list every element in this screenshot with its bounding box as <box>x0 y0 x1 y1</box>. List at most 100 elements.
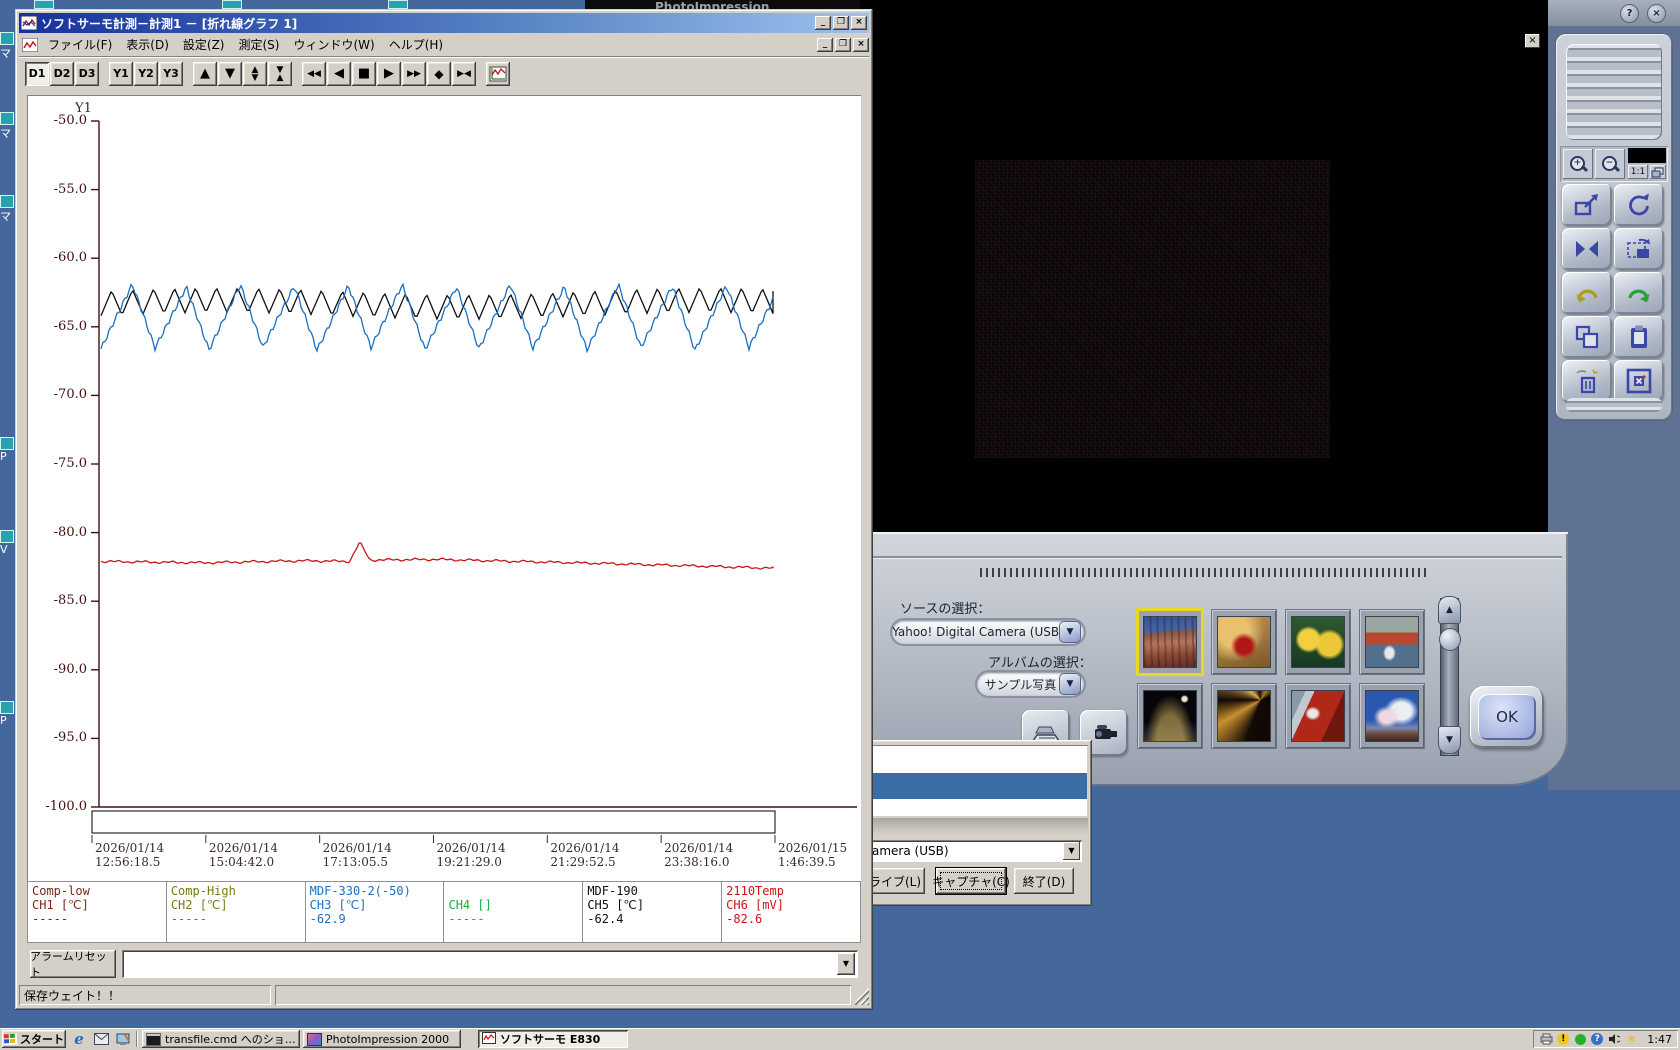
thumbnail-golden-light-fan[interactable] <box>1217 690 1271 742</box>
start-button[interactable]: スタート <box>2 1030 66 1048</box>
data-view-button-d1[interactable]: D1 <box>25 61 49 86</box>
graph-icon <box>489 66 507 81</box>
alert-icon[interactable]: ! <box>1556 1032 1570 1046</box>
mdi-restore-button[interactable]: ❐ <box>835 37 851 52</box>
paste-button[interactable] <box>1614 316 1664 358</box>
zoom-out-button[interactable]: − <box>1595 149 1625 179</box>
task-button[interactable]: ソフトサーモ E830 <box>478 1030 628 1048</box>
step-back-button[interactable]: ◀ <box>327 61 351 86</box>
delete-button[interactable] <box>1562 360 1612 402</box>
axis-button-y2[interactable]: Y2 <box>134 61 158 86</box>
thumbnail-frame[interactable] <box>1138 684 1202 748</box>
cascade-button[interactable] <box>1650 165 1666 179</box>
compress-scale-button[interactable]: ▼ ▲ <box>268 61 292 86</box>
status-green-icon[interactable] <box>1573 1032 1587 1046</box>
data-view-button-d3[interactable]: D3 <box>75 61 99 86</box>
scroll-down-button[interactable]: ▼ <box>218 61 242 86</box>
thumbnail-red-ship-lighthouse[interactable] <box>1291 690 1345 742</box>
copy-button[interactable] <box>1562 316 1612 358</box>
jump-end-button[interactable]: ▶◀ <box>452 61 476 86</box>
fast-forward-button[interactable]: ▶▶ <box>402 61 426 86</box>
data-view-button-d2[interactable]: D2 <box>50 61 74 86</box>
menu-item[interactable]: ウィンドウ(W) <box>286 34 381 55</box>
help-icon[interactable]: ? <box>1590 1032 1604 1046</box>
scroll-up-button[interactable]: ▲ <box>193 61 217 86</box>
rewind-button[interactable]: ◀◀ <box>302 61 326 86</box>
panel-grip[interactable] <box>1566 44 1662 140</box>
thumbnail-yellow-flowers[interactable] <box>1291 616 1345 668</box>
rotate-button[interactable] <box>1614 184 1664 226</box>
star-icon[interactable]: ★ <box>1624 1032 1638 1046</box>
thumbnail-frame[interactable] <box>1360 610 1424 674</box>
live-button[interactable]: ライブ(L) <box>865 868 925 894</box>
axis-button-y3[interactable]: Y3 <box>159 61 183 86</box>
capture-device-list[interactable] <box>865 745 1088 817</box>
scrollbar-thumb[interactable] <box>1439 628 1461 651</box>
title-bar[interactable]: ソフトサーモ計測－計測1 － [折れ線グラフ 1] _ ❐ × <box>19 13 869 33</box>
scroll-down-button[interactable]: ▼ <box>1438 726 1461 754</box>
chevron-down-icon[interactable]: ▼ <box>1059 621 1081 643</box>
expand-scale-button[interactable]: ▲ ▼ <box>243 61 267 86</box>
exit-button[interactable]: 終了(D) <box>1014 868 1074 894</box>
thumbnail-frame[interactable] <box>1286 684 1350 748</box>
mdi-minimize-button[interactable]: _ <box>817 37 833 52</box>
close-button[interactable]: × <box>1647 3 1666 23</box>
redo-button[interactable] <box>1614 272 1664 314</box>
selected-device-row[interactable] <box>866 773 1087 799</box>
task-button[interactable]: PhotoImpression 2000 <box>303 1030 461 1048</box>
axis-button-y1[interactable]: Y1 <box>109 61 133 86</box>
alarm-combobox[interactable]: ▼ <box>122 950 858 978</box>
menu-item[interactable]: 表示(D) <box>119 34 176 55</box>
minimize-button[interactable]: _ <box>815 16 831 30</box>
thumbnail-frame[interactable] <box>1212 610 1276 674</box>
mdi-close-button[interactable]: × <box>853 37 869 52</box>
outlook-icon[interactable] <box>92 1030 110 1048</box>
task-button[interactable]: transfile.cmd へのショート... <box>142 1030 300 1048</box>
flip-horizontal-button[interactable] <box>1562 228 1612 270</box>
thumbnail-frame[interactable] <box>1212 684 1276 748</box>
printer-icon[interactable] <box>1539 1032 1553 1046</box>
device-combobox[interactable]: amera (USB) <box>868 840 1082 862</box>
zoom-in-button[interactable]: + <box>1563 149 1593 179</box>
graph-settings-button[interactable] <box>486 61 510 86</box>
frame-remove-button[interactable] <box>1614 360 1664 402</box>
chevron-down-icon[interactable]: ▼ <box>837 953 855 975</box>
capture-button[interactable]: キャプチャ(C) <box>932 868 1010 894</box>
preview-close-icon[interactable]: × <box>1525 34 1540 48</box>
resize-grip[interactable] <box>855 985 869 1005</box>
thumbnail-frame[interactable] <box>1286 610 1350 674</box>
thumbnail-cardinal-bird[interactable] <box>1217 616 1271 668</box>
ok-button[interactable]: OK <box>1470 686 1544 748</box>
menu-item[interactable]: ヘルプ(H) <box>382 34 450 55</box>
album-select-dropdown[interactable]: サンプル写真 ▼ <box>975 670 1086 698</box>
divider <box>136 1031 138 1047</box>
close-button[interactable]: × <box>851 16 867 30</box>
zoom-out-icon: − <box>1601 155 1621 173</box>
restore-button[interactable]: ❐ <box>833 16 849 30</box>
chevron-down-icon[interactable]: ▼ <box>1063 842 1080 860</box>
menu-item[interactable]: 測定(S) <box>231 34 286 55</box>
scroll-up-button[interactable]: ▲ <box>1438 596 1461 624</box>
internet-explorer-icon[interactable]: e <box>70 1030 88 1048</box>
crop-rotate-button[interactable] <box>1614 228 1664 270</box>
undo-button[interactable] <box>1562 272 1612 314</box>
actual-size-button[interactable]: 1:1 <box>1628 165 1648 179</box>
chevron-down-icon[interactable]: ▼ <box>1059 673 1081 695</box>
menu-item[interactable]: 設定(Z) <box>176 34 232 55</box>
menu-item[interactable]: ファイル(F) <box>41 34 119 55</box>
thumbnail-red-rock-spires[interactable] <box>1143 616 1197 668</box>
speaker-icon[interactable] <box>1607 1032 1621 1046</box>
thumbnail-frame[interactable] <box>1136 608 1204 676</box>
stop-button[interactable]: ■ <box>352 61 376 86</box>
center-button[interactable]: ◆ <box>427 61 451 86</box>
thumbnail-sky-clouds[interactable] <box>1365 690 1419 742</box>
help-button[interactable]: ? <box>1620 3 1639 23</box>
thumbnail-harbor-town[interactable] <box>1365 616 1419 668</box>
step-forward-button[interactable]: ▶ <box>377 61 401 86</box>
source-select-dropdown[interactable]: Yahoo! Digital Camera (USB) ▼ <box>890 618 1086 646</box>
alarm-reset-button[interactable]: アラームリセット <box>30 950 116 979</box>
thumbnail-night-skyline[interactable] <box>1143 690 1197 742</box>
resize-button[interactable] <box>1562 184 1612 226</box>
show-desktop-icon[interactable] <box>114 1030 132 1048</box>
thumbnail-frame[interactable] <box>1360 684 1424 748</box>
